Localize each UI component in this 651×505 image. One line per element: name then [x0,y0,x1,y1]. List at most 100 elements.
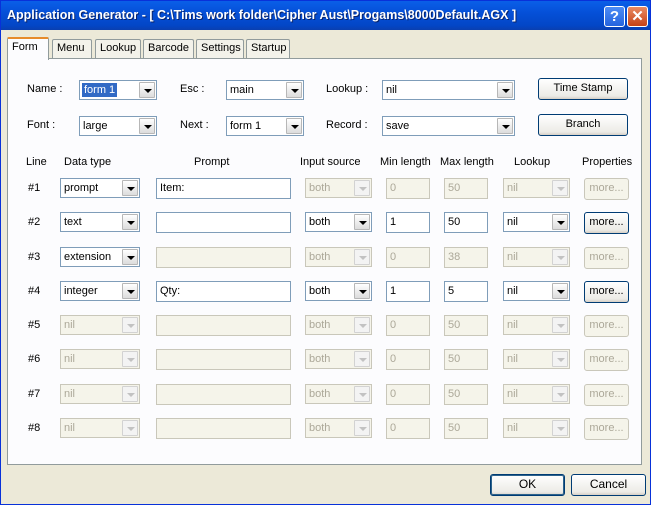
chevron-down-icon[interactable] [122,180,138,196]
row-2-prompt-field[interactable] [156,212,291,233]
column-header-line: Line [26,156,47,168]
chevron-down-icon[interactable] [286,82,302,98]
row-2-more-button[interactable]: more... [584,212,629,234]
row-4-data-type-combo[interactable]: integer [60,281,140,301]
row-7-input-source-combo: both [305,384,372,404]
ok-button[interactable]: OK [490,474,565,496]
row-5-max-length: 50 [448,319,461,331]
chevron-down-icon[interactable] [122,283,138,299]
row-6-more-button: more... [584,349,629,371]
chevron-down-icon [354,249,370,265]
row-4-prompt-field[interactable]: Qty: [156,281,291,302]
row-2-max-length-field[interactable]: 50 [444,212,488,233]
row-3-data-type: extension [64,251,112,263]
tab-menu[interactable]: Menu [52,39,92,59]
row-3-data-type-combo[interactable]: extension [60,247,140,267]
row-7-lookup: nil [507,388,519,400]
chevron-down-icon[interactable] [497,82,513,98]
column-header-prompt: Prompt [194,156,230,168]
row-6-min-length: 0 [390,353,397,365]
column-header-input-source: Input source [300,156,361,168]
tab-form[interactable]: Form [7,37,49,60]
chevron-down-icon [354,420,370,436]
row-8-lookup: nil [507,422,519,434]
chevron-down-icon[interactable] [354,283,370,299]
tab-startup[interactable]: Startup [246,39,290,59]
row-6-min-length-field: 0 [386,349,430,370]
chevron-down-icon [552,351,568,367]
row-2-input-source-combo[interactable]: both [305,212,372,232]
chevron-down-icon[interactable] [552,214,568,230]
chevron-down-icon[interactable] [354,214,370,230]
row-1-prompt-field[interactable]: Item: [156,178,291,199]
row-3-max-length-field: 38 [444,247,488,268]
row-1-input-source-combo: both [305,178,372,198]
column-header-properties: Properties [582,156,633,168]
row-4-max-length-field[interactable]: 5 [444,281,488,302]
chevron-down-icon[interactable] [497,118,513,134]
row-7-min-length: 0 [390,388,397,400]
chevron-down-icon[interactable] [139,118,155,134]
time-stamp-button[interactable]: Time Stamp [538,78,628,100]
row-6-input-source: both [309,353,331,365]
row-7-line: #7 [28,388,41,400]
row-2-lookup-combo[interactable]: nil [503,212,570,232]
row-8-min-length-field: 0 [386,418,430,439]
row-4-more-button[interactable]: more... [584,281,629,303]
name-combo[interactable]: form 1 [79,80,157,100]
record-value: save [386,120,410,132]
row-2-min-length-field[interactable]: 1 [386,212,430,233]
close-icon[interactable]: ✕ [627,6,648,27]
chevron-down-icon[interactable] [122,214,138,230]
row-8-data-type-combo: nil [60,418,140,438]
row-5-data-type-combo: nil [60,315,140,335]
row-2-data-type: text [64,216,82,228]
font-label: Font : [27,119,56,131]
row-4-lookup-combo[interactable]: nil [503,281,570,301]
row-1-line: #1 [28,182,41,194]
row-5-input-source-combo: both [305,315,372,335]
font-combo[interactable]: large [79,116,157,136]
chevron-down-icon[interactable] [552,283,568,299]
cancel-button[interactable]: Cancel [571,474,646,496]
lookup-label: Lookup : [326,83,369,95]
tab-lookup[interactable]: Lookup [95,39,141,59]
row-6-lookup-combo: nil [503,349,570,369]
row-4-min-length: 1 [390,285,397,297]
chevron-down-icon [354,386,370,402]
window-title: Application Generator - [ C:\Tims work f… [7,8,517,22]
row-1-prompt: Item: [160,182,185,194]
row-3-max-length: 38 [448,251,461,263]
row-5-min-length-field: 0 [386,315,430,336]
branch-button[interactable]: Branch [538,114,628,136]
row-4-data-type: integer [64,285,98,297]
row-4-min-length-field[interactable]: 1 [386,281,430,302]
chevron-down-icon[interactable] [139,82,155,98]
row-2-lookup: nil [507,216,519,228]
chevron-down-icon[interactable] [122,249,138,265]
row-2-data-type-combo[interactable]: text [60,212,140,232]
chevron-down-icon [122,420,138,436]
tab-barcode[interactable]: Barcode [143,39,194,59]
chevron-down-icon [552,180,568,196]
row-3-prompt-field [156,247,291,268]
next-combo[interactable]: form 1 [226,116,304,136]
row-8-max-length: 50 [448,422,461,434]
row-7-lookup-combo: nil [503,384,570,404]
row-4-input-source: both [309,285,331,297]
row-6-max-length: 50 [448,353,461,365]
lookup-combo[interactable]: nil [382,80,515,100]
esc-combo[interactable]: main [226,80,304,100]
help-icon[interactable]: ? [604,6,625,27]
column-header-data-type: Data type [64,156,112,168]
row-7-input-source: both [309,388,331,400]
row-5-min-length: 0 [390,319,397,331]
row-5-lookup-combo: nil [503,315,570,335]
row-3-lookup-combo: nil [503,247,570,267]
row-4-input-source-combo[interactable]: both [305,281,372,301]
row-1-data-type-combo[interactable]: prompt [60,178,140,198]
chevron-down-icon[interactable] [286,118,302,134]
record-combo[interactable]: save [382,116,515,136]
tab-settings[interactable]: Settings [196,39,244,59]
title-bar[interactable]: Application Generator - [ C:\Tims work f… [1,1,650,30]
